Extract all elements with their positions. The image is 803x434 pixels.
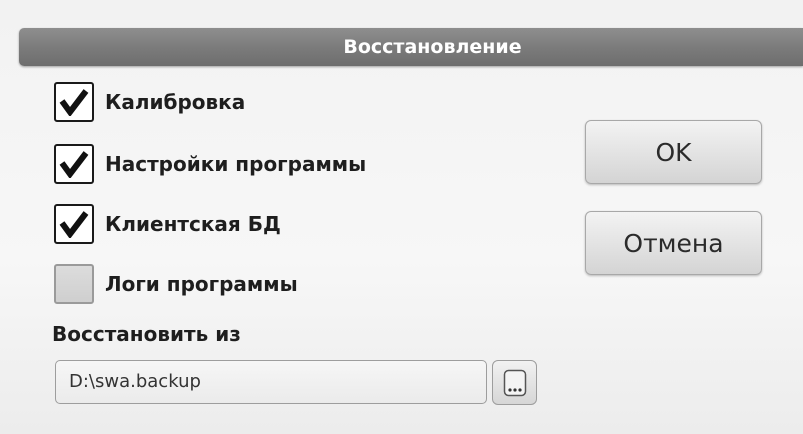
dialog-title: Восстановление — [343, 36, 522, 58]
option-calibration[interactable]: Калибровка — [54, 81, 245, 123]
checkbox-program-logs[interactable] — [54, 264, 94, 304]
option-label-calibration: Калибровка — [105, 90, 246, 114]
check-icon — [59, 89, 89, 116]
checkbox-program-settings[interactable] — [54, 144, 94, 184]
browse-ellipsis-icon — [503, 369, 526, 396]
option-label-program-logs: Логи программы — [105, 272, 298, 296]
dialog-titlebar: Восстановление — [19, 28, 803, 66]
checkbox-client-db[interactable] — [54, 204, 94, 244]
option-program-settings[interactable]: Настройки программы — [54, 143, 366, 185]
restore-from-label: Восстановить из — [52, 322, 241, 346]
check-icon — [59, 211, 89, 238]
checkbox-calibration[interactable] — [54, 82, 94, 122]
option-client-db[interactable]: Клиентская БД — [54, 203, 281, 245]
browse-button[interactable] — [492, 360, 537, 405]
option-program-logs[interactable]: Логи программы — [54, 263, 298, 305]
option-label-program-settings: Настройки программы — [105, 152, 367, 176]
option-label-client-db: Клиентская БД — [105, 212, 281, 236]
cancel-button[interactable]: Отмена — [585, 211, 762, 275]
restore-dialog: Восстановление Калибровка Настройки прог… — [0, 0, 803, 434]
restore-path-field[interactable]: D:\swa.backup — [55, 360, 487, 404]
ok-button[interactable]: OK — [585, 120, 762, 184]
check-icon — [59, 151, 89, 178]
